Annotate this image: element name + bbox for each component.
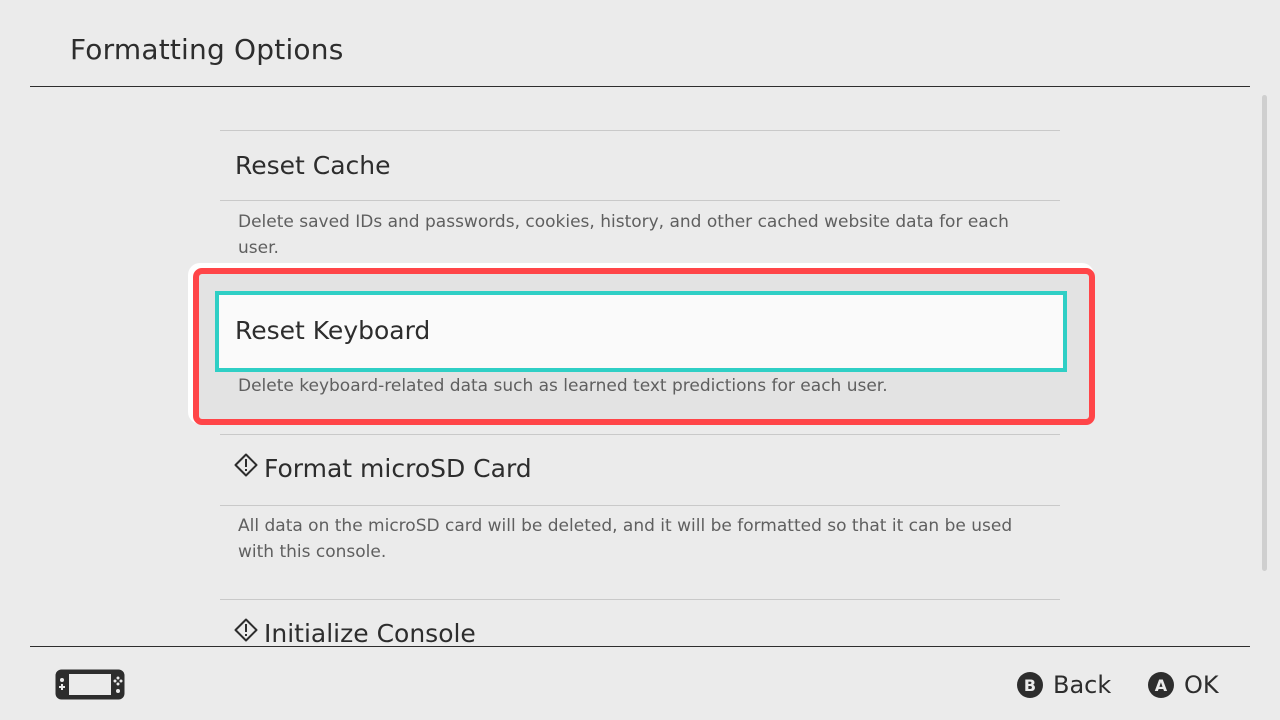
handheld-console-icon: [55, 669, 125, 704]
option-format-microsd[interactable]: Format microSD Card: [234, 453, 532, 483]
option-reset-keyboard-label: Reset Keyboard: [235, 316, 431, 345]
ok-button[interactable]: A OK: [1148, 670, 1219, 700]
option-reset-keyboard[interactable]: Reset Keyboard: [215, 291, 1067, 372]
ok-label: OK: [1184, 671, 1219, 699]
back-label: Back: [1053, 671, 1112, 699]
option-reset-cache-description: Delete saved IDs and passwords, cookies,…: [238, 212, 1009, 258]
page-title: Formatting Options: [70, 33, 344, 66]
option-initialize-console[interactable]: Initialize Console: [234, 618, 476, 646]
footer-divider: [30, 646, 1250, 647]
option-format-microsd-label: Format microSD Card: [264, 454, 532, 483]
option-reset-cache[interactable]: Reset Cache: [235, 151, 391, 180]
formatting-options-screen: Formatting Options Reset Cache Delete sa…: [0, 0, 1280, 720]
divider: [220, 505, 1060, 506]
back-button[interactable]: B Back: [1017, 670, 1111, 700]
scrollbar[interactable]: [1262, 95, 1267, 571]
option-format-microsd-description: All data on the microSD card will be del…: [238, 516, 1013, 562]
option-initialize-console-label: Initialize Console: [264, 619, 476, 646]
warning-diamond-icon: [234, 618, 258, 646]
warning-diamond-icon: [234, 453, 258, 483]
options-list: Reset Cache Delete saved IDs and passwor…: [0, 87, 1280, 646]
divider: [220, 130, 1060, 131]
a-button-icon: A: [1148, 672, 1174, 698]
option-reset-keyboard-description: Delete keyboard-related data such as lea…: [238, 376, 888, 396]
divider: [220, 200, 1060, 201]
divider: [220, 599, 1060, 600]
divider: [220, 434, 1060, 435]
b-button-icon: B: [1017, 672, 1043, 698]
